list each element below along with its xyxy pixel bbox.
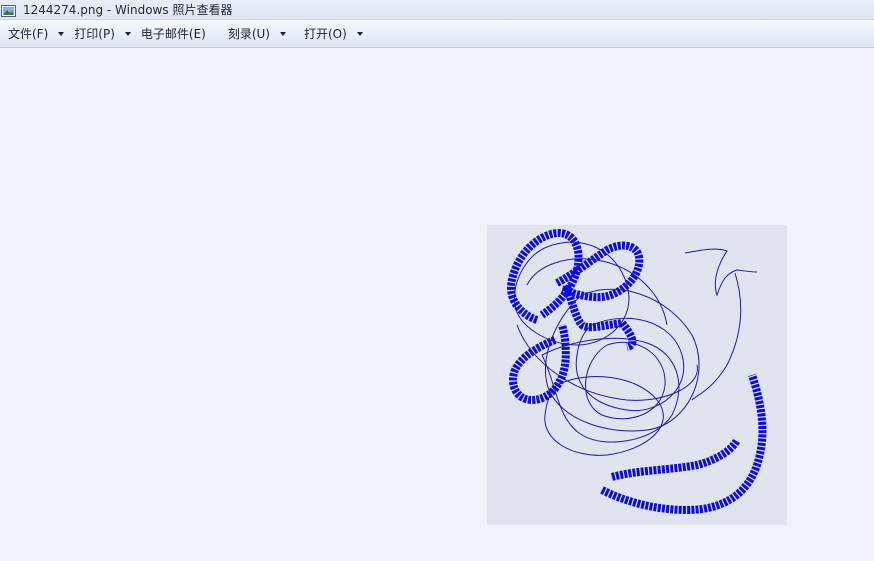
displayed-image bbox=[487, 225, 787, 525]
chevron-down-icon bbox=[280, 31, 286, 36]
window-title: 1244274.png - Windows 照片查看器 bbox=[23, 3, 233, 17]
command-bar: 文件(F) 打印(P) 电子邮件(E) 刻录(U) 打开(O) bbox=[0, 20, 874, 48]
menu-file[interactable]: 文件(F) bbox=[6, 23, 66, 45]
image-viewing-area[interactable] bbox=[0, 48, 874, 561]
menu-print-label: 打印(P) bbox=[74, 27, 115, 41]
chevron-down-icon bbox=[124, 31, 131, 36]
menu-email-label: 电子邮件(E) bbox=[140, 27, 206, 41]
chevron-down-icon bbox=[356, 31, 363, 36]
menu-email[interactable]: 电子邮件(E) bbox=[139, 23, 208, 45]
scribble-drawing bbox=[507, 229, 767, 514]
menu-burn-label: 刻录(U) bbox=[227, 27, 270, 41]
menu-file-label: 文件(F) bbox=[8, 27, 49, 41]
title-bar: 1244274.png - Windows 照片查看器 bbox=[0, 0, 874, 20]
menu-open[interactable]: 打开(O) bbox=[302, 23, 365, 45]
menu-print[interactable]: 打印(P) bbox=[72, 23, 133, 45]
chevron-down-icon bbox=[58, 31, 65, 36]
photo-viewer-window: 1244274.png - Windows 照片查看器 文件(F) 打印(P) … bbox=[0, 0, 874, 561]
menu-burn[interactable]: 刻录(U) bbox=[226, 23, 288, 45]
photo-viewer-app-icon bbox=[1, 3, 17, 17]
menu-open-label: 打开(O) bbox=[304, 27, 347, 41]
